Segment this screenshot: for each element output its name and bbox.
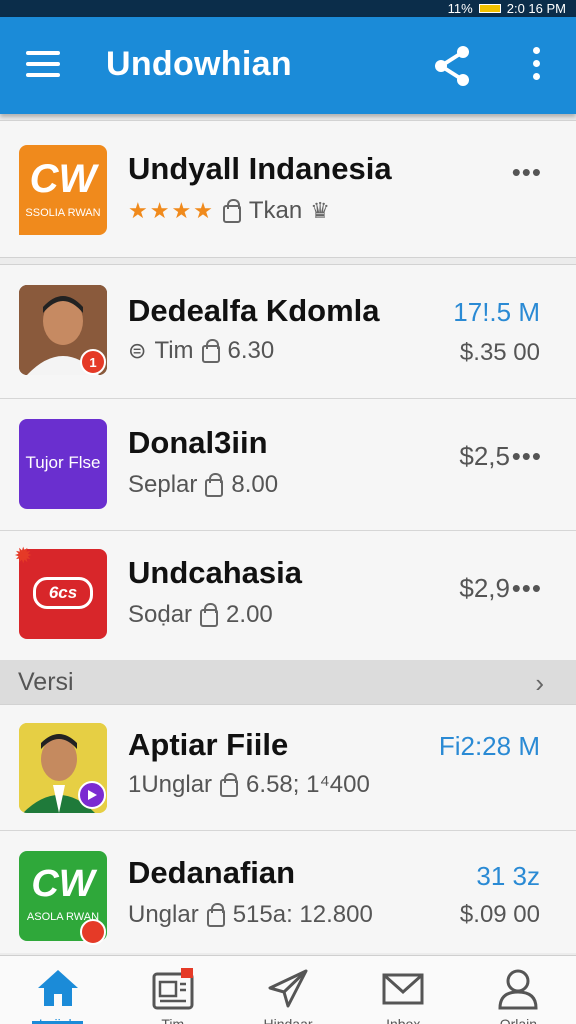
list-item[interactable]: Tujor Flse Donal3iin Seplar 8.00 $2,5 ••… xyxy=(0,399,576,531)
crown-icon: ♛ xyxy=(310,198,330,223)
app-logo: Tujor Flse xyxy=(19,419,107,509)
item-meta-label: Unglar xyxy=(128,901,199,928)
featured-meta-label: Tkan xyxy=(248,197,303,224)
item-meta-value: 515a: 12.800 xyxy=(232,901,373,928)
app-bar: Undowhian xyxy=(0,17,576,114)
app-title: Undowhian xyxy=(106,45,292,83)
send-icon xyxy=(268,969,308,1008)
share-icon[interactable] xyxy=(432,44,472,88)
item-meta-value: 8.00 xyxy=(231,471,279,498)
notification-badge: 1 xyxy=(80,349,106,375)
item-meta: ⊜ Tim 6.30 xyxy=(128,337,274,365)
item-title: Undcahasia xyxy=(128,555,303,590)
nav-mail[interactable]: Inbox xyxy=(346,956,461,1024)
item-title: Dedealfa Kdomla xyxy=(128,293,380,328)
item-price: $.35 00 xyxy=(459,339,540,366)
item-price: $2,9 xyxy=(459,573,510,603)
item-meta: Soḍar 2.00 xyxy=(128,601,273,629)
list-group-1: 1 Dedealfa Kdomla ⊜ Tim 6.30 17!.5 M $.3… xyxy=(0,264,576,661)
logo-text: Tujor Flse xyxy=(25,453,101,472)
item-meta-label: 1Unglar xyxy=(128,771,213,798)
featured-title: Undyall Indanesia xyxy=(128,151,392,186)
item-meta-label: Seplar xyxy=(128,471,198,498)
list-item[interactable]: CW ASOLA RWAN Dedanafian Unglar 515a: 12… xyxy=(0,831,576,953)
list-group-2: Aptiar Fiile 1Unglar 6.58; 1⁴400 Fi2:28 … xyxy=(0,704,576,953)
featured-meta: ★★★★ Tkan ♛ xyxy=(128,197,330,225)
nav-home[interactable]: Lojiah xyxy=(0,956,115,1024)
lock-icon xyxy=(205,473,224,497)
chevron-right-icon: › xyxy=(535,668,544,698)
nav-label: Inbox xyxy=(386,1016,421,1024)
logo-text: 6cs xyxy=(33,577,93,609)
more-horiz-icon[interactable]: ••• xyxy=(512,573,542,604)
section-header[interactable]: Versi › xyxy=(0,660,576,704)
item-meta-value: 2.00 xyxy=(226,601,273,628)
battery-text: 11% xyxy=(447,1,473,16)
status-bar: 11% 2:0 16 PM xyxy=(0,0,576,17)
list-item[interactable]: 6cs ✹ Undcahasia Soḍar 2.00 $2,9 ••• xyxy=(0,531,576,661)
item-title: Donal3iin xyxy=(128,425,268,460)
lock-icon xyxy=(222,199,241,223)
list-item[interactable]: Aptiar Fiile 1Unglar 6.58; 1⁴400 Fi2:28 … xyxy=(0,705,576,831)
featured-card[interactable]: CW SSOLIA RWAN Undyall Indanesia ★★★★ Tk… xyxy=(0,120,576,258)
featured-logo: CW SSOLIA RWAN xyxy=(19,145,107,235)
item-meta-label: Soḍar xyxy=(128,601,193,628)
lock-icon xyxy=(200,603,219,627)
profile-icon xyxy=(498,969,538,1010)
logo-text: CW xyxy=(31,863,95,905)
logo-subtext: SSOLIA RWAN xyxy=(25,207,101,219)
home-icon xyxy=(37,970,78,1006)
list-item[interactable]: 1 Dedealfa Kdomla ⊜ Tim 6.30 17!.5 M $.3… xyxy=(0,265,576,399)
item-meta: 1Unglar 6.58; 1⁴400 xyxy=(128,771,370,799)
rating-stars: ★★★★ xyxy=(128,198,215,223)
more-horiz-icon[interactable]: ••• xyxy=(512,157,542,188)
item-title: Aptiar Fiile xyxy=(128,727,289,762)
nav-label: Tim xyxy=(161,1016,185,1024)
news-icon xyxy=(152,968,194,1010)
nav-profile[interactable]: Orlain xyxy=(461,956,576,1024)
item-meta: Unglar 515a: 12.800 xyxy=(128,901,373,929)
hamburger-icon[interactable] xyxy=(26,51,62,81)
nav-send[interactable]: Hindaar xyxy=(230,956,345,1024)
more-vert-icon[interactable] xyxy=(528,47,544,87)
bottom-nav: Lojiah Tim Hindaar Inbox Orlain xyxy=(0,955,576,1024)
status-time: 2:0 16 PM xyxy=(506,1,566,16)
item-price: $2,5 xyxy=(459,441,510,471)
gear-icon: ✹ xyxy=(14,543,33,568)
nav-label: Orlain xyxy=(499,1016,538,1024)
filter-icon: ⊜ xyxy=(128,338,147,363)
item-meta-value: 6.58; 1⁴400 xyxy=(246,771,370,798)
item-size: Fi2:28 M xyxy=(438,731,540,761)
item-size: 31 3z xyxy=(476,861,540,891)
play-icon[interactable] xyxy=(78,781,106,809)
item-title: Dedanafian xyxy=(128,855,296,890)
lock-icon xyxy=(201,339,220,363)
item-price: $.09 00 xyxy=(459,901,540,928)
nav-news[interactable]: Tim xyxy=(115,956,230,1024)
item-size: 17!.5 M xyxy=(453,297,540,327)
mail-icon xyxy=(382,973,424,1005)
item-meta: Seplar 8.00 xyxy=(128,471,278,499)
nav-label: Lojiah xyxy=(38,1016,77,1024)
logo-text: CW xyxy=(29,157,97,201)
item-meta-value: 6.30 xyxy=(227,337,275,364)
lock-icon xyxy=(206,903,225,927)
more-horiz-icon[interactable]: ••• xyxy=(512,441,542,472)
nav-label: Hindaar xyxy=(263,1016,313,1024)
item-meta-label: Tim xyxy=(154,337,194,364)
section-label: Versi xyxy=(18,667,74,696)
notification-badge xyxy=(80,919,106,945)
lock-icon xyxy=(220,773,239,797)
battery-icon xyxy=(478,4,501,13)
